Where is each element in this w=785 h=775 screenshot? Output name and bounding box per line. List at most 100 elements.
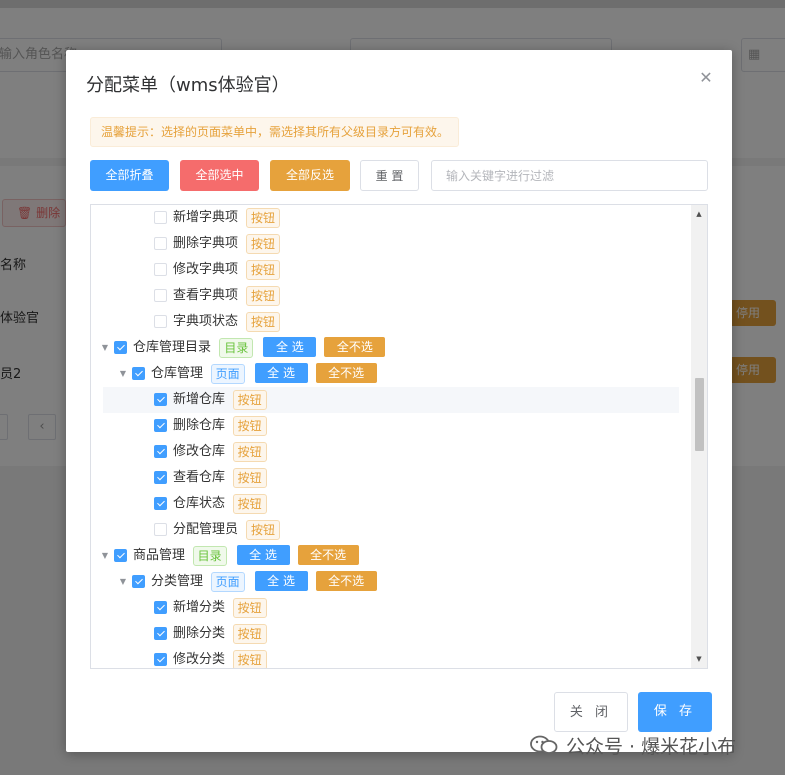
tree-node-label: 新增仓库 [173, 392, 226, 407]
node-type-tag: 按钮 [232, 390, 267, 410]
tree-node-checkbox[interactable] [154, 263, 167, 276]
tree-node-checkbox[interactable] [154, 601, 167, 614]
close-icon[interactable]: ✕ [696, 68, 716, 88]
tree-node-label: 删除字典项 [173, 236, 239, 251]
tree-node-checkbox[interactable] [154, 237, 167, 250]
expand-caret-icon[interactable]: ▼ [116, 361, 130, 387]
tree-node-label: 新增字典项 [173, 210, 239, 225]
tree-node-checkbox[interactable] [154, 653, 167, 666]
tree-node-label: 修改分类 [173, 652, 226, 667]
cancel-button[interactable]: 关 闭 [554, 692, 628, 732]
tree-node-checkbox[interactable] [154, 211, 167, 224]
tree-node[interactable]: ▼ 商品管理 目录全 选全不选 [102, 543, 679, 569]
tree-scrollbar[interactable]: ▲ ▼ [691, 205, 707, 668]
filter-input[interactable] [431, 160, 708, 191]
tree-node-label: 仓库状态 [173, 496, 226, 511]
tree-node-label: 分配管理员 [173, 522, 239, 537]
tree-node[interactable]: 分配管理员 按钮 [103, 517, 679, 543]
tree-node-checkbox[interactable] [114, 549, 127, 562]
node-type-tag: 按钮 [232, 442, 267, 462]
tree-node-checkbox[interactable] [154, 289, 167, 302]
scroll-up-icon[interactable]: ▲ [691, 207, 707, 221]
node-deselect-all-button[interactable]: 全不选 [315, 571, 377, 591]
invert-all-button[interactable]: 全部反选 [270, 160, 350, 191]
tree-node-label: 仓库管理 [151, 366, 204, 381]
tree-node[interactable]: 查看字典项 按钮 [103, 283, 679, 309]
scroll-down-icon[interactable]: ▼ [691, 652, 707, 666]
tree-node-label: 商品管理 [133, 548, 186, 563]
tree-node-checkbox[interactable] [154, 471, 167, 484]
node-deselect-all-button[interactable]: 全不选 [297, 545, 359, 565]
tree-node-checkbox[interactable] [154, 445, 167, 458]
node-type-tag: 按钮 [246, 312, 281, 332]
tree-node-checkbox[interactable] [154, 419, 167, 432]
tree-node[interactable]: 删除分类 按钮 [103, 621, 679, 647]
dialog-title: 分配菜单（wms体验官） [86, 75, 290, 96]
tree-node[interactable]: ▼ 仓库管理目录 目录全 选全不选 [102, 335, 679, 361]
tree-node-label: 删除分类 [173, 626, 226, 641]
node-type-tag: 按钮 [246, 208, 281, 228]
node-type-tag: 页面 [210, 364, 245, 384]
node-type-tag: 按钮 [246, 260, 281, 280]
tree-node-checkbox[interactable] [132, 367, 145, 380]
expand-caret-icon[interactable]: ▼ [98, 543, 112, 569]
menu-tree: 新增字典项 按钮 删除字典项 按钮 修改字典项 按钮 查看字典项 按钮 字典项状态 按钮 ▼ 仓库管理… [90, 204, 708, 669]
tree-node[interactable]: 新增仓库 按钮 [103, 387, 679, 413]
tree-node-label: 查看仓库 [173, 470, 226, 485]
node-type-tag: 按钮 [246, 234, 281, 254]
tree-node-label: 字典项状态 [173, 314, 239, 329]
expand-caret-icon[interactable]: ▼ [116, 569, 130, 595]
node-select-all-button[interactable]: 全 选 [236, 545, 290, 565]
tree-node-label: 仓库管理目录 [133, 340, 212, 355]
tree-node-checkbox[interactable] [132, 575, 145, 588]
tree-node[interactable]: ▼ 分类管理 页面全 选全不选 [103, 569, 679, 595]
tree-node-checkbox[interactable] [154, 393, 167, 406]
node-type-tag: 目录 [192, 546, 227, 566]
node-type-tag: 按钮 [232, 650, 267, 668]
node-select-all-button[interactable]: 全 选 [254, 363, 308, 383]
node-deselect-all-button[interactable]: 全不选 [324, 337, 386, 357]
reset-button[interactable]: 重 置 [360, 160, 419, 191]
tree-node[interactable]: 修改分类 按钮 [103, 647, 679, 668]
save-button[interactable]: 保 存 [638, 692, 712, 732]
collapse-all-button[interactable]: 全部折叠 [90, 160, 169, 191]
tree-node-checkbox[interactable] [154, 627, 167, 640]
expand-caret-icon[interactable]: ▼ [98, 335, 112, 361]
tree-node-checkbox[interactable] [154, 497, 167, 510]
node-type-tag: 目录 [219, 338, 254, 358]
scrollbar-thumb[interactable] [695, 378, 704, 451]
node-type-tag: 按钮 [232, 624, 267, 644]
tree-node[interactable]: 修改仓库 按钮 [103, 439, 679, 465]
tree-node[interactable]: 新增字典项 按钮 [103, 205, 679, 231]
tree-node-checkbox[interactable] [154, 523, 167, 536]
node-type-tag: 按钮 [232, 598, 267, 618]
tree-node[interactable]: 删除仓库 按钮 [103, 413, 679, 439]
tree-node[interactable]: 仓库状态 按钮 [103, 491, 679, 517]
node-type-tag: 按钮 [232, 494, 267, 514]
node-type-tag: 按钮 [232, 468, 267, 488]
tip-alert: 温馨提示：选择的页面菜单中，需选择其所有父级目录方可有效。 [90, 117, 459, 147]
tree-node[interactable]: 修改字典项 按钮 [103, 257, 679, 283]
tree-content: 新增字典项 按钮 删除字典项 按钮 修改字典项 按钮 查看字典项 按钮 字典项状态 按钮 ▼ 仓库管理… [91, 205, 691, 668]
tree-node[interactable]: 字典项状态 按钮 [103, 309, 679, 335]
tree-node-label: 修改仓库 [173, 444, 226, 459]
node-select-all-button[interactable]: 全 选 [263, 337, 317, 357]
tree-node[interactable]: 新增分类 按钮 [103, 595, 679, 621]
tree-node[interactable]: 删除字典项 按钮 [103, 231, 679, 257]
select-all-button[interactable]: 全部选中 [180, 160, 259, 191]
node-type-tag: 按钮 [246, 520, 281, 540]
node-select-all-button[interactable]: 全 选 [254, 571, 308, 591]
node-deselect-all-button[interactable]: 全不选 [315, 363, 377, 383]
tree-node-label: 新增分类 [173, 600, 226, 615]
wechat-icon [530, 735, 558, 754]
tree-node[interactable]: 查看仓库 按钮 [103, 465, 679, 491]
tree-node-checkbox[interactable] [114, 341, 127, 354]
assign-menu-dialog: 分配菜单（wms体验官） ✕ 温馨提示：选择的页面菜单中，需选择其所有父级目录方… [66, 50, 732, 752]
node-type-tag: 按钮 [232, 416, 267, 436]
tree-node-checkbox[interactable] [154, 315, 167, 328]
tree-node-label: 分类管理 [151, 574, 204, 589]
watermark: 公众号 · 爆米花小布 [530, 729, 736, 761]
watermark-text: 公众号 · 爆米花小布 [566, 735, 737, 758]
tree-node[interactable]: ▼ 仓库管理 页面全 选全不选 [103, 361, 679, 387]
tree-node-label: 删除仓库 [173, 418, 226, 433]
